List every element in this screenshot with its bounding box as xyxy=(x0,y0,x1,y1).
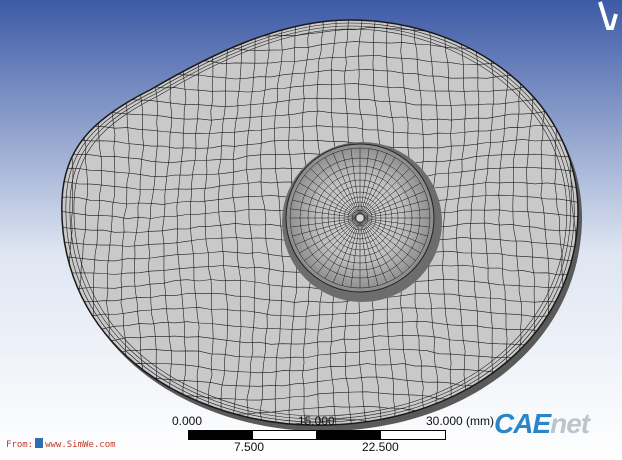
scale-label-7-5: 7.500 xyxy=(234,440,265,454)
scale-label-0: 0.000 xyxy=(172,414,203,428)
file-icon xyxy=(35,438,44,448)
scale-segment-4 xyxy=(380,430,446,440)
scale-segment-3 xyxy=(316,430,382,440)
brand-part-1: CAE xyxy=(494,408,551,439)
brand-logo: CAEnet xyxy=(494,408,590,440)
scale-label-15: 15.000 xyxy=(298,414,335,428)
from-label: From: xyxy=(6,440,34,450)
brand-part-2: net xyxy=(550,408,590,439)
scale-bar: 0.000 15.000 30.000 (mm) 7.500 22.500 xyxy=(170,412,510,460)
scale-segment-1 xyxy=(188,430,254,440)
axis-triad-icon[interactable] xyxy=(596,0,622,30)
from-site: www.SimWe.com xyxy=(45,440,116,450)
scale-label-30: 30.000 (mm) xyxy=(426,414,495,428)
scale-label-22-5: 22.500 xyxy=(362,440,399,454)
source-watermark: From: www.SimWe.com xyxy=(6,438,116,450)
mesh-viewport[interactable] xyxy=(0,0,622,460)
center-boss[interactable] xyxy=(282,142,442,302)
scale-segment-2 xyxy=(252,430,318,440)
